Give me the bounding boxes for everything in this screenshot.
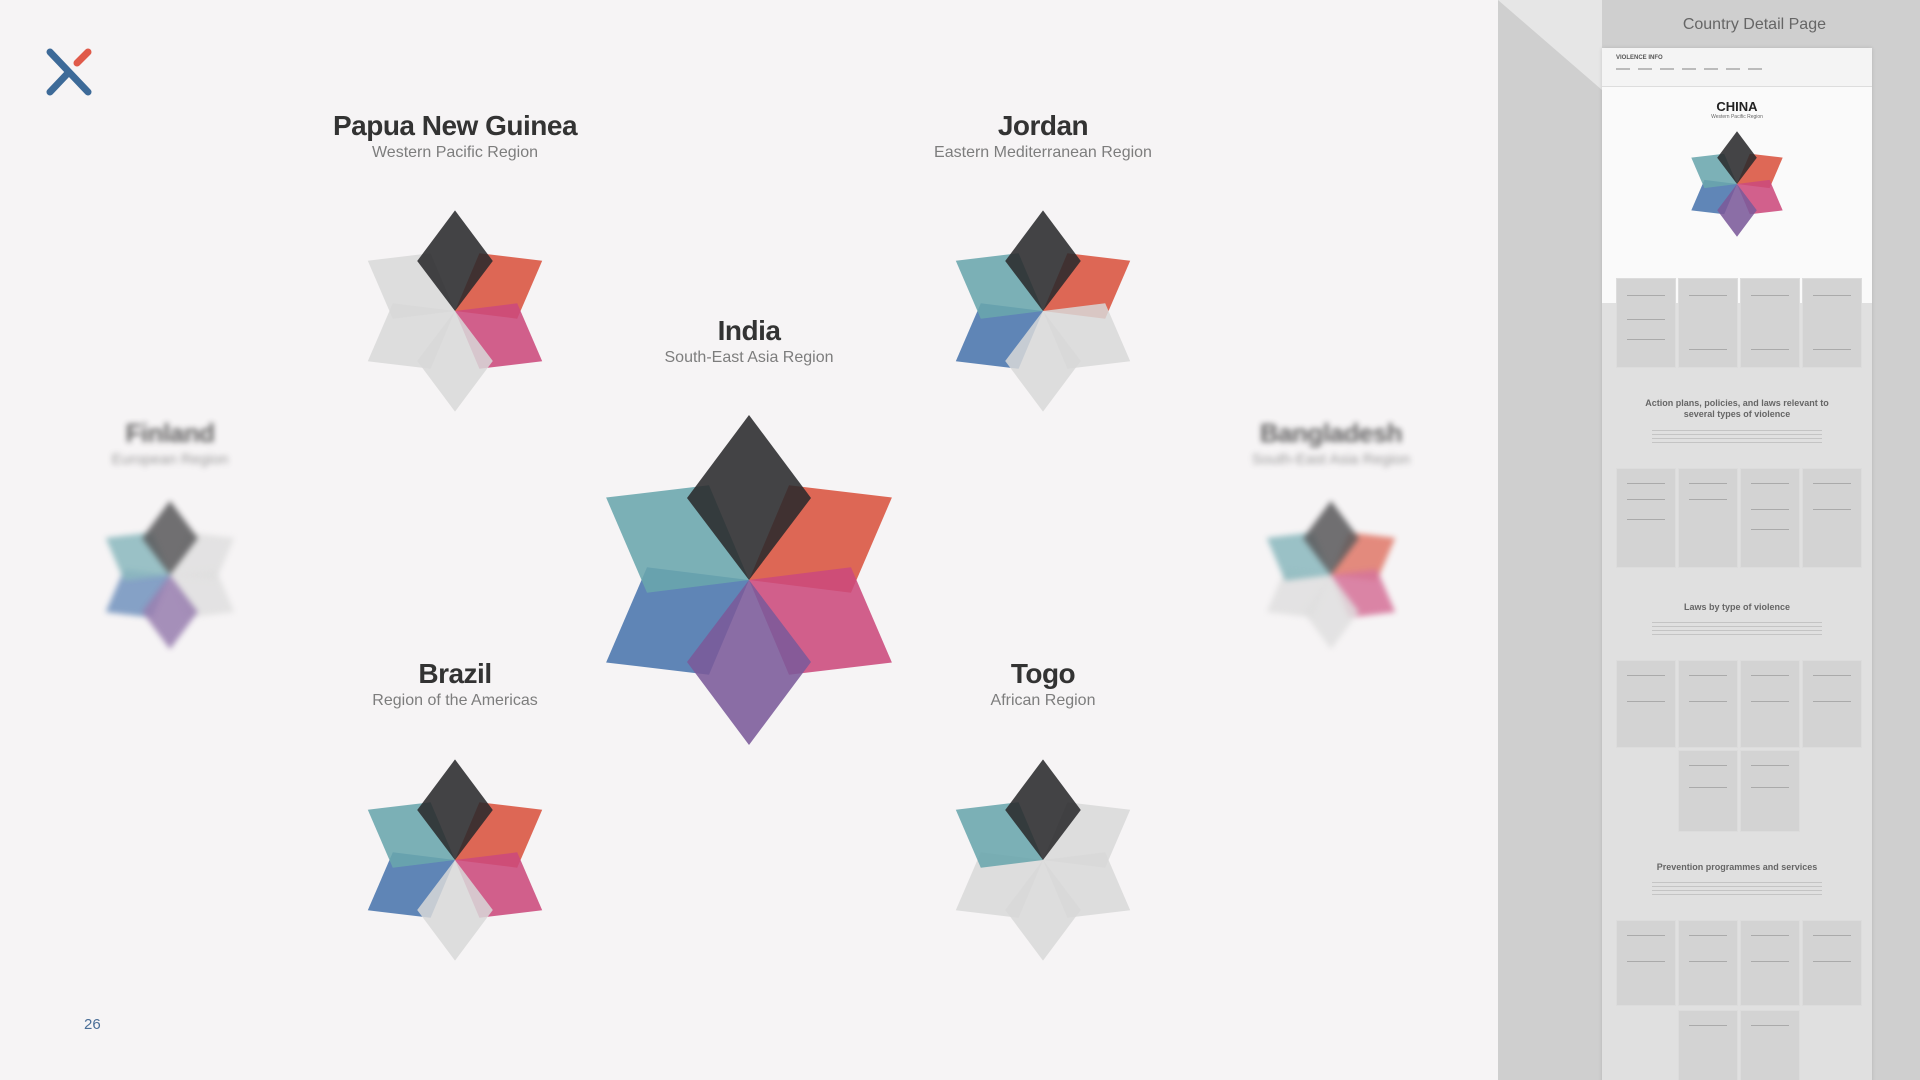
star-chart-jordan [955, 210, 1131, 412]
country-detail-preview[interactable]: VIOLENCE INFO CHINA Western Pacific Regi… [1602, 48, 1872, 1080]
preview-card [1678, 920, 1738, 1006]
side-panel: Country Detail Page VIOLENCE INFO CHINA … [1498, 0, 1920, 1080]
country-label-jordan: Jordan Eastern Mediterranean Region [934, 110, 1152, 162]
country-name: Jordan [997, 110, 1089, 141]
country-region: Western Pacific Region [371, 144, 538, 161]
preview-section-title: Action plans, policies, and laws relevan… [1645, 398, 1829, 419]
star-chart-india [606, 415, 892, 745]
country-label-finland: Finland European Region [112, 418, 229, 468]
preview-card [1616, 468, 1676, 568]
preview-card [1740, 750, 1800, 832]
country-name: Brazil [418, 658, 492, 689]
country-region: South-East Asia Region [1251, 451, 1411, 468]
preview-section-text [1652, 430, 1822, 444]
country-region: European Region [111, 451, 229, 468]
preview-card [1616, 920, 1676, 1006]
preview-card [1616, 660, 1676, 748]
country-label-togo: Togo African Region [991, 658, 1096, 710]
country-region: South-East Asia Region [664, 349, 834, 366]
country-name: Togo [1010, 658, 1076, 689]
preview-card [1802, 468, 1862, 568]
preview-section-title: Prevention programmes and services [1656, 862, 1818, 872]
logo-icon [46, 48, 92, 96]
preview-card [1740, 1010, 1800, 1080]
star-chart-brazil [367, 759, 543, 961]
preview-card [1678, 468, 1738, 568]
star-chart-togo [955, 759, 1131, 961]
country-label-brazil: Brazil Region of the Americas [372, 658, 537, 710]
country-label-india: India South-East Asia Region [665, 315, 834, 367]
preview-nav [1616, 68, 1766, 70]
side-panel-title: Country Detail Page [1682, 16, 1826, 33]
country-label-papua-new-guinea: Papua New Guinea Western Pacific Region [332, 110, 578, 162]
preview-card [1616, 278, 1676, 368]
country-name: Papua New Guinea [332, 110, 578, 141]
preview-country-region: Western Pacific Region [1711, 114, 1763, 120]
preview-section-text [1652, 882, 1822, 896]
star-chart-finland [105, 500, 235, 650]
country-name: Finland [125, 418, 215, 448]
preview-card [1802, 660, 1862, 748]
country-region: African Region [990, 692, 1096, 709]
preview-section-title: Laws by type of violence [1683, 602, 1791, 612]
star-chart-bangladesh [1266, 500, 1396, 650]
preview-card [1678, 750, 1738, 832]
country-label-bangladesh: Bangladesh South-East Asia Region [1252, 418, 1410, 468]
country-region: Region of the Americas [372, 692, 538, 709]
star-chart-papua-new-guinea [367, 210, 543, 412]
preview-card [1740, 920, 1800, 1006]
preview-brand: VIOLENCE INFO [1616, 55, 1663, 61]
slide: Papua New Guinea Western Pacific Region … [0, 0, 1498, 1080]
country-name: India [717, 315, 781, 346]
page-number: 26 [84, 1016, 101, 1033]
preview-header: VIOLENCE INFO [1602, 48, 1872, 87]
preview-card [1802, 278, 1862, 368]
preview-card [1678, 1010, 1738, 1080]
preview-section-text [1652, 622, 1822, 636]
preview-card [1802, 920, 1862, 1006]
preview-star-chart [1691, 131, 1783, 237]
preview-card [1740, 468, 1800, 568]
preview-card [1740, 278, 1800, 368]
preview-card [1678, 660, 1738, 748]
preview-country-title: CHINA [1716, 99, 1758, 114]
preview-card [1678, 278, 1738, 368]
country-name: Bangladesh [1259, 418, 1403, 448]
preview-hero: CHINA Western Pacific Region [1602, 87, 1872, 303]
panel-corner-shape [1498, 0, 1602, 90]
preview-card [1740, 660, 1800, 748]
country-region: Eastern Mediterranean Region [934, 144, 1152, 161]
